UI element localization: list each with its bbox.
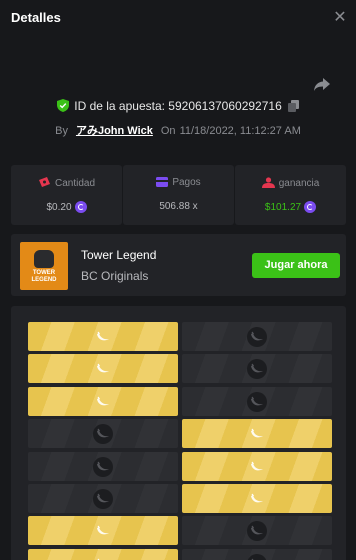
banana-icon [93, 456, 113, 477]
modal-header: Detalles ✕ [0, 0, 356, 42]
tower-tile-gold [28, 516, 178, 546]
by-label: By [55, 125, 68, 137]
profit-icon [261, 177, 275, 188]
game-card: TOWER LEGEND Tower Legend BC Originals J… [11, 234, 346, 296]
verified-shield-icon [57, 99, 70, 115]
bet-date: 11/18/2022, 11:12:27 AM [179, 125, 301, 137]
close-icon[interactable]: ✕ [332, 10, 348, 26]
banana-icon [247, 327, 267, 347]
banana-icon [247, 553, 267, 560]
tower-tile-dark [28, 419, 178, 449]
card-icon [156, 177, 169, 187]
gorilla-icon [34, 250, 54, 268]
stat-amount: Cantidad $0.20 [11, 165, 122, 225]
banana-icon [93, 327, 113, 347]
coin-icon [74, 201, 87, 213]
game-provider: BC Originals [81, 269, 149, 283]
bet-id-text: ID de la apuesta: 59206137060292716 [74, 99, 282, 113]
stat-amount-value: $0.20 [46, 202, 72, 213]
tower-tile-dark [28, 451, 178, 481]
banana-icon [247, 489, 267, 509]
tower-tile-dark [182, 548, 332, 560]
stat-amount-label: Cantidad [54, 178, 96, 189]
tower-tile-gold [28, 386, 178, 416]
banana-icon [247, 457, 267, 477]
banana-icon [93, 521, 113, 541]
banana-icon [93, 489, 113, 509]
tower-tile-gold [28, 548, 178, 560]
tower-board [11, 306, 346, 560]
tower-tile-gold [28, 322, 178, 351]
stat-profit: ganancia $101.27 [235, 165, 346, 225]
user-link[interactable]: アみJohn Wick [76, 125, 153, 137]
tower-tile-gold [28, 354, 178, 384]
tower-tile-dark [182, 322, 332, 351]
banana-icon [247, 521, 267, 542]
coin-icon [304, 201, 317, 213]
on-label: On [160, 125, 176, 137]
banana-icon [93, 359, 113, 379]
game-thumbnail[interactable]: TOWER LEGEND [20, 242, 68, 290]
copy-icon[interactable] [287, 100, 299, 115]
stat-payout: Pagos 506.88 x [123, 165, 234, 225]
stat-profit-label: ganancia [278, 178, 320, 189]
tower-tile-gold [182, 451, 332, 481]
banana-icon [93, 424, 113, 445]
bet-id-row: ID de la apuesta: 59206137060292716 [0, 99, 356, 115]
tower-tile-dark [182, 516, 332, 546]
banana-icon [247, 424, 267, 444]
stat-payout-value: 506.88 x [159, 201, 198, 212]
game-name: Tower Legend [81, 248, 157, 262]
banana-icon [93, 392, 113, 412]
bill-icon [38, 177, 50, 187]
tower-tile-gold [182, 484, 332, 513]
thumbnail-text: TOWER LEGEND [31, 270, 57, 283]
byline: By アみJohn Wick On 11/18/2022, 11:12:27 AM [0, 122, 356, 138]
play-now-button[interactable]: Jugar ahora [252, 253, 340, 278]
tower-tile-dark [28, 484, 178, 513]
banana-icon [247, 359, 267, 380]
stat-profit-value: $101.27 [264, 202, 302, 213]
modal-title: Detalles [11, 10, 61, 25]
tower-tile-dark [182, 354, 332, 384]
banana-icon [93, 554, 113, 560]
tower-tile-dark [182, 386, 332, 416]
stats-row: Cantidad $0.20 Pagos 506.88 x ganancia $… [11, 165, 346, 225]
stat-payout-label: Pagos [172, 177, 201, 188]
banana-icon [247, 391, 267, 412]
tower-tile-gold [182, 419, 332, 449]
share-icon[interactable] [312, 74, 332, 94]
